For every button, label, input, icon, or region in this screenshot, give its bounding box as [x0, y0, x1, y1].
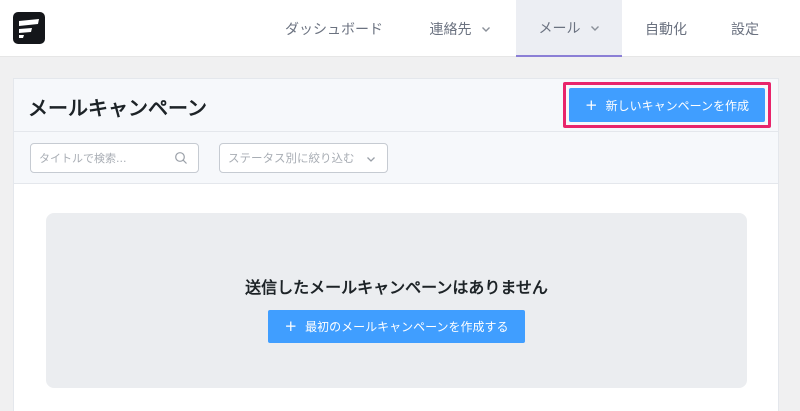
nav-item-label: 連絡先	[429, 21, 472, 38]
chevron-down-icon	[481, 26, 490, 32]
nav-item-label: 自動化	[645, 21, 687, 38]
nav-item-label: メール	[538, 20, 581, 37]
nav-item-automation[interactable]: 自動化	[632, 0, 700, 57]
button-label: 最初のメールキャンペーンを作成する	[305, 320, 509, 334]
nav-item-dashboard[interactable]: ダッシュボード	[270, 0, 398, 57]
empty-state-card: 送信したメールキャンペーンはありません + 最初のメールキャンペーンを作成する	[46, 213, 747, 388]
create-first-campaign-button[interactable]: + 最初のメールキャンペーンを作成する	[268, 310, 525, 343]
plus-icon: +	[585, 95, 598, 114]
panel-header: メールキャンペーン + 新しいキャンペーンを作成	[14, 79, 778, 132]
nav-item-label: ダッシュボード	[285, 21, 383, 38]
campaigns-panel: メールキャンペーン + 新しいキャンペーンを作成 ステータス別に絞り込む 送信し…	[13, 78, 779, 411]
nav-item-contacts[interactable]: 連絡先	[412, 0, 508, 57]
search-input[interactable]	[39, 149, 169, 167]
chevron-down-icon	[367, 157, 375, 162]
status-filter-select[interactable]: ステータス別に絞り込む	[219, 143, 388, 173]
page-title: メールキャンペーン	[28, 96, 207, 120]
nav-item-label: 設定	[731, 21, 759, 38]
new-campaign-button[interactable]: + 新しいキャンペーンを作成	[569, 88, 765, 122]
plus-icon: +	[284, 317, 298, 335]
app-logo[interactable]	[13, 12, 45, 44]
chevron-down-icon	[590, 25, 599, 31]
status-select-placeholder: ステータス別に絞り込む	[228, 151, 355, 165]
nav-item-email[interactable]: メール	[516, 0, 622, 57]
button-label: 新しいキャンペーンを作成	[605, 98, 749, 113]
search-field[interactable]	[30, 143, 199, 173]
logo-icon	[19, 19, 39, 38]
search-icon[interactable]	[174, 151, 188, 165]
nav-item-settings[interactable]: 設定	[716, 0, 774, 57]
filter-bar: ステータス別に絞り込む	[14, 132, 778, 184]
top-navigation-bar: ダッシュボード 連絡先 メール 自動化 設定	[0, 0, 800, 57]
empty-state-message: 送信したメールキャンペーンはありません	[245, 278, 548, 297]
